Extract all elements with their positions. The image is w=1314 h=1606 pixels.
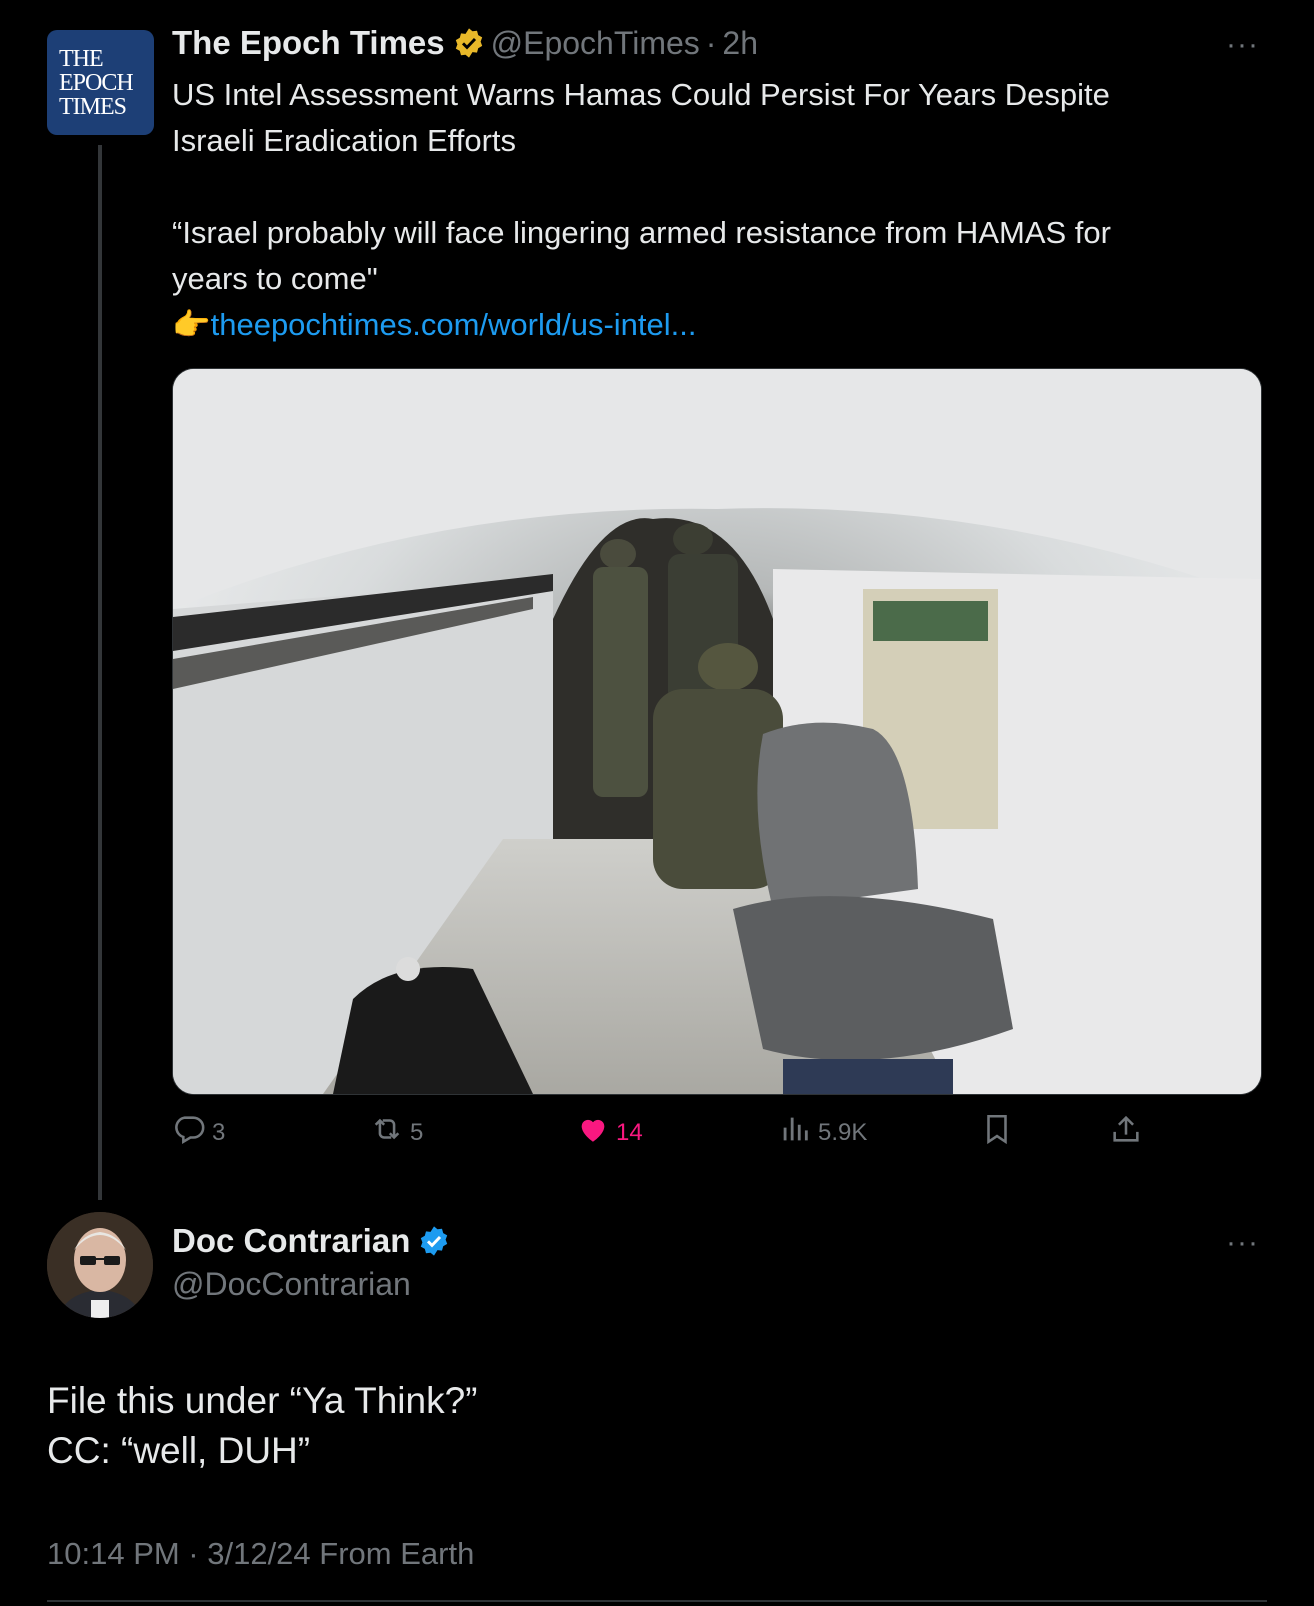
avatar-logo-line: EPOCH [59, 69, 134, 96]
repost-icon [370, 1112, 404, 1153]
more-options-button[interactable]: ··· [1226, 28, 1259, 62]
like-count: 14 [616, 1118, 643, 1146]
tweet-media-image[interactable] [172, 368, 1262, 1095]
author-handle[interactable]: @DocContrarian [172, 1266, 411, 1303]
author-handle[interactable]: @EpochTimes [491, 25, 700, 62]
heart-filled-icon [576, 1112, 610, 1153]
bookmark-button[interactable] [980, 1112, 1014, 1153]
tweet-body: US Intel Assessment Warns Hamas Could Pe… [172, 72, 1252, 348]
bookmark-icon [980, 1112, 1014, 1153]
views-button[interactable]: 5.9K [778, 1112, 867, 1153]
link-row: 👉theepochtimes.com/world/us-intel... [172, 302, 1252, 348]
quote-line: years to come" [172, 261, 378, 296]
headline-line: US Intel Assessment Warns Hamas Could Pe… [172, 77, 1110, 112]
verified-blue-badge-icon [418, 1225, 450, 1257]
reply-count: 3 [212, 1118, 226, 1146]
reply-line: CC: “well, DUH” [47, 1430, 311, 1471]
share-button[interactable] [1109, 1112, 1143, 1153]
article-link[interactable]: theepochtimes.com/world/us-intel... [211, 307, 697, 342]
epoch-times-avatar[interactable]: THE EPOCH TIMES [47, 30, 154, 135]
separator-dot: · [705, 24, 717, 61]
timestamp[interactable]: 2h [722, 25, 758, 62]
tweet-timestamp-meta[interactable]: 10:14 PM · 3/12/24 From Earth [47, 1536, 474, 1572]
views-chart-icon [778, 1112, 812, 1153]
views-count: 5.9K [818, 1118, 868, 1146]
author-name[interactable]: The Epoch Times [172, 24, 445, 62]
share-icon [1109, 1112, 1143, 1153]
pointing-hand-icon: 👉 [172, 307, 211, 342]
divider [47, 1600, 1267, 1602]
quote-line: “Israel probably will face lingering arm… [172, 215, 1111, 250]
verified-gold-badge-icon [453, 27, 485, 59]
reply-header: Doc Contrarian [172, 1222, 450, 1260]
reply-icon [172, 1112, 206, 1153]
avatar-logo-line: THE [59, 45, 104, 72]
like-button[interactable]: 14 [576, 1112, 643, 1153]
reply-line: File this under “Ya Think?” [47, 1380, 478, 1421]
more-options-button[interactable]: ··· [1226, 1226, 1259, 1260]
doc-contrarian-avatar[interactable] [47, 1212, 153, 1318]
reply-body: File this under “Ya Think?” CC: “well, D… [47, 1376, 1247, 1476]
avatar-logo-line: TIMES [59, 93, 127, 120]
author-name[interactable]: Doc Contrarian [172, 1222, 410, 1260]
headline-line: Israeli Eradication Efforts [172, 123, 517, 158]
tweet-action-bar: 3 5 14 5.9K [172, 1112, 1172, 1152]
thread-line [98, 145, 102, 1200]
repost-button[interactable]: 5 [370, 1112, 423, 1153]
tweet-header: The Epoch Times @EpochTimes · 2h [172, 24, 758, 62]
reply-button[interactable]: 3 [172, 1112, 225, 1153]
repost-count: 5 [410, 1118, 424, 1146]
